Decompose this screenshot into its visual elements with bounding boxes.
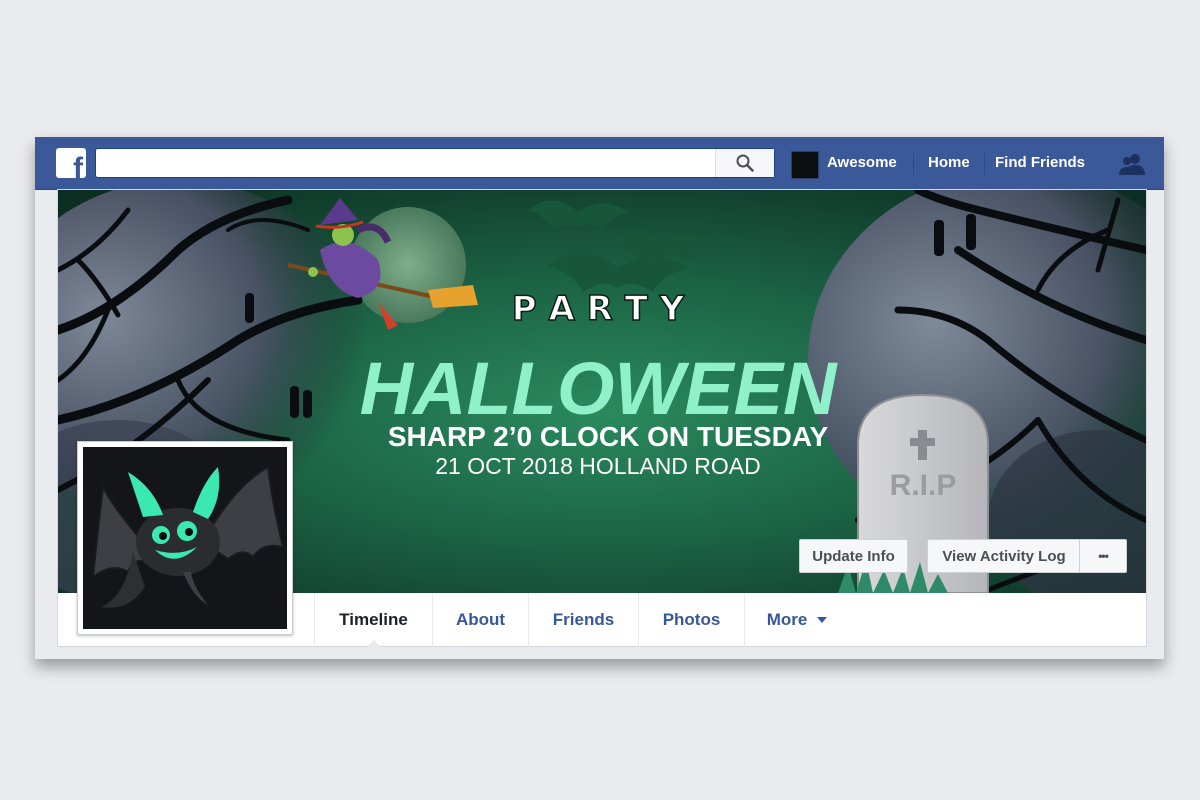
chevron-down-icon — [817, 617, 828, 623]
friend-requests-icon[interactable] — [1117, 153, 1151, 175]
nav-home-link[interactable]: Home — [928, 154, 970, 171]
tab-more[interactable]: More — [744, 593, 850, 647]
tab-timeline[interactable]: Timeline — [314, 593, 432, 648]
tab-more-label: More — [766, 610, 808, 629]
nav-find-friends-link[interactable]: Find Friends — [995, 154, 1085, 171]
facebook-window: f Awesome Home Find Friends R.I.P P A R … — [35, 137, 1164, 659]
nav-divider — [984, 153, 985, 175]
tombstone-text: R.I.P — [890, 469, 957, 502]
more-options-button[interactable]: ••• — [1079, 539, 1127, 573]
profile-picture-frame[interactable] — [77, 441, 293, 635]
halloween-title: HALLOWEEN — [360, 347, 838, 430]
search-icon — [736, 154, 754, 172]
search-box — [95, 148, 775, 178]
tab-about[interactable]: About — [432, 593, 528, 647]
party-title: P A R T Y — [512, 289, 685, 329]
active-tab-caret — [365, 640, 382, 648]
tab-friends[interactable]: Friends — [528, 593, 638, 647]
tab-friends-label: Friends — [552, 610, 615, 629]
bat-mascot-image — [91, 465, 285, 608]
view-activity-log-button[interactable]: View Activity Log — [927, 539, 1080, 573]
profile-picture — [83, 447, 287, 629]
facebook-logo-letter: f — [73, 152, 83, 179]
event-date-location-text: 21 OCT 2018 HOLLAND ROAD — [435, 453, 761, 479]
tab-photos-label: Photos — [662, 610, 721, 629]
nav-divider — [913, 153, 914, 175]
search-button[interactable] — [715, 149, 774, 177]
update-info-button[interactable]: Update Info — [799, 539, 908, 573]
nav-profile-link[interactable]: Awesome — [827, 154, 897, 171]
facebook-logo-icon[interactable]: f — [56, 148, 86, 178]
search-input[interactable] — [96, 149, 732, 177]
event-time-text: SHARP 2’0 CLOCK ON TUESDAY — [388, 421, 829, 452]
tab-timeline-label: Timeline — [339, 610, 408, 629]
tab-about-label: About — [455, 610, 506, 629]
tab-photos[interactable]: Photos — [638, 593, 744, 647]
top-navigation-bar: f Awesome Home Find Friends — [35, 137, 1164, 190]
profile-card: R.I.P P A R T Y HALLOWEEN SHARP 2’0 CLOC… — [57, 189, 1147, 648]
nav-profile-avatar[interactable] — [791, 151, 819, 179]
